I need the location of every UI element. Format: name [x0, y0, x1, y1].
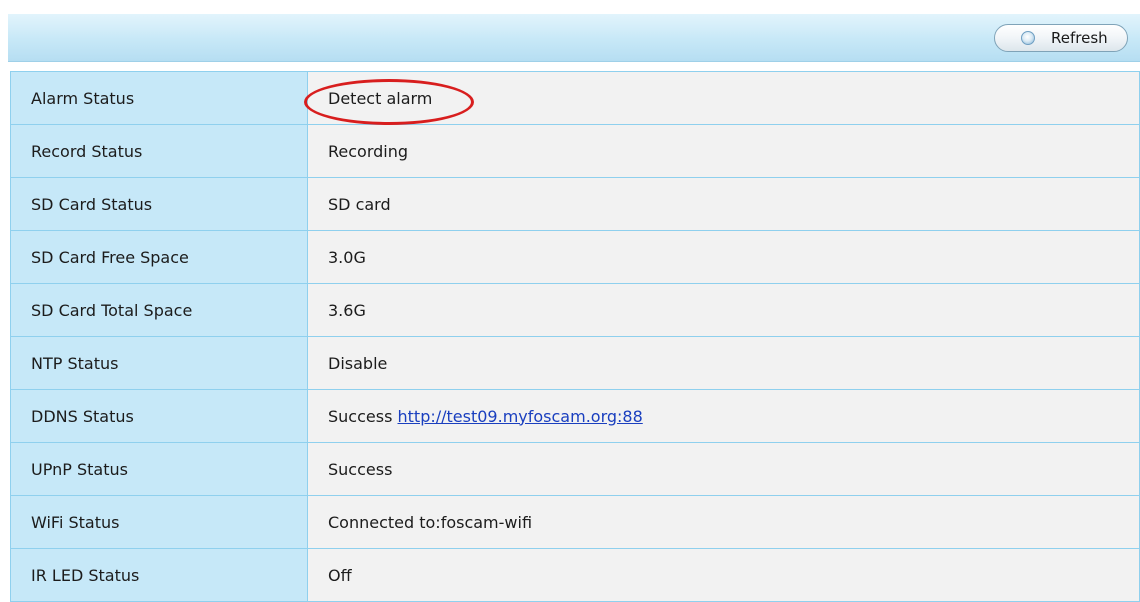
row-value: Disable — [307, 336, 1140, 390]
status-toolbar: Refresh — [8, 14, 1140, 62]
device-status-table: Alarm Status Detect alarm Record Status … — [10, 71, 1140, 602]
table-row-ir-led-status: IR LED Status Off — [10, 548, 1140, 602]
table-row-sd-free-space: SD Card Free Space 3.0G — [10, 230, 1140, 284]
row-value: Success — [307, 442, 1140, 496]
row-value: SD card — [307, 177, 1140, 231]
row-label: Alarm Status — [10, 71, 308, 125]
status-panel: Refresh Alarm Status Detect alarm Record… — [0, 0, 1140, 602]
row-label: Record Status — [10, 124, 308, 178]
row-label: IR LED Status — [10, 548, 308, 602]
row-value: Off — [307, 548, 1140, 602]
ddns-url-link[interactable]: http://test09.myfoscam.org:88 — [398, 407, 643, 426]
row-value: Connected to:foscam-wifi — [307, 495, 1140, 549]
row-label: DDNS Status — [10, 389, 308, 443]
row-label: SD Card Free Space — [10, 230, 308, 284]
table-row-alarm-status: Alarm Status Detect alarm — [10, 71, 1140, 125]
row-value: 3.0G — [307, 230, 1140, 284]
row-label: WiFi Status — [10, 495, 308, 549]
table-row-upnp-status: UPnP Status Success — [10, 442, 1140, 496]
table-row-wifi-status: WiFi Status Connected to:foscam-wifi — [10, 495, 1140, 549]
table-row-ntp-status: NTP Status Disable — [10, 336, 1140, 390]
row-value: Recording — [307, 124, 1140, 178]
refresh-button-label: Refresh — [1051, 29, 1108, 47]
row-value: 3.6G — [307, 283, 1140, 337]
row-label: UPnP Status — [10, 442, 308, 496]
ddns-status-text: Success — [328, 406, 393, 426]
row-label: NTP Status — [10, 336, 308, 390]
table-row-record-status: Record Status Recording — [10, 124, 1140, 178]
refresh-button[interactable]: Refresh — [994, 24, 1128, 52]
row-label: SD Card Total Space — [10, 283, 308, 337]
row-value: Detect alarm — [307, 71, 1140, 125]
table-row-sd-card-status: SD Card Status SD card — [10, 177, 1140, 231]
table-row-sd-total-space: SD Card Total Space 3.6G — [10, 283, 1140, 337]
refresh-icon — [1021, 31, 1035, 45]
table-row-ddns-status: DDNS Status Success http://test09.myfosc… — [10, 389, 1140, 443]
row-value-ddns: Success http://test09.myfoscam.org:88 — [307, 389, 1140, 443]
row-label: SD Card Status — [10, 177, 308, 231]
